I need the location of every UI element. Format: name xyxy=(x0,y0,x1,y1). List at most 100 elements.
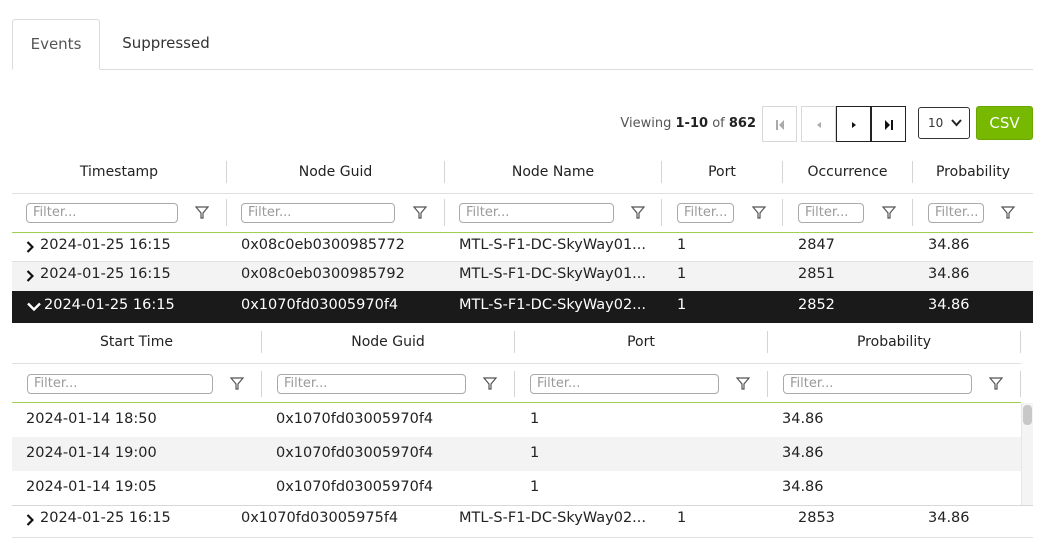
table-row[interactable]: 2024-01-25 16:15 0x1070fd03005975f4 MTL-… xyxy=(12,506,1033,537)
filter-icon[interactable] xyxy=(413,206,427,219)
cell-probability: 34.86 xyxy=(928,297,970,313)
next-page-icon xyxy=(852,122,856,128)
page-size-select[interactable]: 10 xyxy=(918,107,970,139)
subheader-node-guid[interactable]: Node Guid xyxy=(262,334,514,350)
filter-icon[interactable] xyxy=(736,377,750,390)
last-page-icon xyxy=(885,120,893,130)
sub-cell-node-guid: 0x1070fd03005970f4 xyxy=(276,479,434,495)
subtable-row[interactable]: 2024-01-14 18:50 0x1070fd03005970f4 1 34… xyxy=(12,403,1021,437)
cell-node-name: MTL-S-F1-DC-SkyWay01... xyxy=(459,266,646,282)
table-row[interactable]: 2024-01-25 16:15 0x08c0eb0300985772 MTL-… xyxy=(12,233,1033,261)
cell-port: 1 xyxy=(677,237,687,253)
cell-probability: 34.86 xyxy=(928,237,970,253)
subheader-port[interactable]: Port xyxy=(515,334,767,350)
next-page-button[interactable] xyxy=(836,106,871,142)
filter-icon[interactable] xyxy=(1001,206,1015,219)
cell-node-name: MTL-S-F1-DC-SkyWay01... xyxy=(459,237,646,253)
subfilter-port-input[interactable]: Filter... xyxy=(530,374,719,394)
first-page-icon xyxy=(776,120,784,130)
sub-cell-start-time: 2024-01-14 18:50 xyxy=(26,411,157,427)
filter-port-input[interactable]: Filter... xyxy=(677,203,734,223)
cell-node-name: MTL-S-F1-DC-SkyWay02... xyxy=(459,297,646,313)
row-divider xyxy=(12,537,1033,538)
sub-cell-port: 1 xyxy=(530,445,540,461)
sub-cell-probability: 34.86 xyxy=(782,479,824,495)
header-node-name[interactable]: Node Name xyxy=(445,164,661,180)
column-separator xyxy=(661,199,662,226)
viewing-prefix: Viewing xyxy=(620,116,676,131)
subfilter-node-guid-input[interactable]: Filter... xyxy=(277,374,466,394)
sub-cell-node-guid: 0x1070fd03005970f4 xyxy=(276,445,434,461)
column-separator xyxy=(767,371,768,397)
subtable-row[interactable]: 2024-01-14 19:00 0x1070fd03005970f4 1 34… xyxy=(12,437,1021,471)
header-port[interactable]: Port xyxy=(662,164,782,180)
column-separator xyxy=(444,199,445,226)
chevron-down-icon xyxy=(951,119,962,127)
scrollbar-thumb[interactable] xyxy=(1023,405,1032,425)
header-occurrence[interactable]: Occurrence xyxy=(783,164,912,180)
column-separator xyxy=(226,199,227,226)
filter-probability-input[interactable]: Filter... xyxy=(928,203,984,223)
viewing-summary: Viewing 1-10 of 862 xyxy=(560,106,756,141)
table-row[interactable]: 2024-01-25 16:15 0x08c0eb0300985792 MTL-… xyxy=(12,262,1033,291)
viewing-of: of xyxy=(708,116,729,131)
cell-timestamp: 2024-01-25 16:15 xyxy=(40,510,171,526)
cell-node-guid: 0x1070fd03005975f4 xyxy=(241,510,399,526)
filter-icon[interactable] xyxy=(752,206,766,219)
filter-icon[interactable] xyxy=(882,206,896,219)
cell-occurrence: 2852 xyxy=(798,297,835,313)
subfilter-start-time-input[interactable]: Filter... xyxy=(27,374,213,394)
filter-node-name-input[interactable]: Filter... xyxy=(459,203,614,223)
cell-timestamp: 2024-01-25 16:15 xyxy=(40,237,171,253)
first-page-button[interactable] xyxy=(762,106,797,142)
prev-page-button[interactable] xyxy=(801,106,836,142)
cell-node-guid: 0x1070fd03005970f4 xyxy=(241,297,399,313)
cell-occurrence: 2847 xyxy=(798,237,835,253)
subheader-probability[interactable]: Probability xyxy=(768,334,1020,350)
tab-suppressed[interactable]: Suppressed xyxy=(106,19,226,70)
cell-probability: 34.86 xyxy=(928,266,970,282)
subtable-row[interactable]: 2024-01-14 19:05 0x1070fd03005970f4 1 34… xyxy=(12,471,1021,506)
subheader-start-time[interactable]: Start Time xyxy=(12,334,261,350)
sub-cell-port: 1 xyxy=(530,479,540,495)
filter-icon[interactable] xyxy=(195,206,209,219)
column-separator xyxy=(1020,331,1021,353)
sub-cell-start-time: 2024-01-14 19:05 xyxy=(26,479,157,495)
header-probability[interactable]: Probability xyxy=(913,164,1033,180)
sub-cell-probability: 34.86 xyxy=(782,411,824,427)
column-separator xyxy=(514,371,515,397)
tab-events[interactable]: Events xyxy=(12,19,100,70)
last-page-button[interactable] xyxy=(871,106,906,142)
filter-icon[interactable] xyxy=(989,377,1003,390)
cell-probability: 34.86 xyxy=(928,510,970,526)
cell-occurrence: 2853 xyxy=(798,510,835,526)
csv-export-button[interactable]: CSV xyxy=(976,106,1033,140)
chevron-right-icon[interactable] xyxy=(26,241,34,253)
subfilter-probability-input[interactable]: Filter... xyxy=(783,374,972,394)
filter-occurrence-input[interactable]: Filter... xyxy=(798,203,864,223)
sub-cell-node-guid: 0x1070fd03005970f4 xyxy=(276,411,434,427)
cell-timestamp: 2024-01-25 16:15 xyxy=(44,297,175,313)
header-timestamp[interactable]: Timestamp xyxy=(12,164,226,180)
tab-bar: Events Suppressed xyxy=(12,19,1033,70)
column-separator xyxy=(912,199,913,226)
filter-node-guid-input[interactable]: Filter... xyxy=(241,203,395,223)
chevron-down-icon[interactable] xyxy=(27,302,41,311)
subtable-scrollbar[interactable] xyxy=(1021,403,1033,506)
sub-cell-probability: 34.86 xyxy=(782,445,824,461)
page-size-value: 10 xyxy=(928,116,944,130)
cell-port: 1 xyxy=(677,510,687,526)
column-separator xyxy=(261,371,262,397)
filter-icon[interactable] xyxy=(230,377,244,390)
cell-node-guid: 0x08c0eb0300985772 xyxy=(241,237,405,253)
table-row-selected[interactable]: 2024-01-25 16:15 0x1070fd03005970f4 MTL-… xyxy=(12,291,1033,323)
chevron-right-icon[interactable] xyxy=(26,270,34,282)
filter-timestamp-input[interactable]: Filter... xyxy=(26,203,178,223)
cell-node-guid: 0x08c0eb0300985792 xyxy=(241,266,405,282)
viewing-range: 1-10 xyxy=(675,116,709,131)
header-node-guid[interactable]: Node Guid xyxy=(227,164,444,180)
filter-icon[interactable] xyxy=(631,206,645,219)
filter-icon[interactable] xyxy=(483,377,497,390)
chevron-right-icon[interactable] xyxy=(26,514,34,526)
prev-page-icon xyxy=(817,122,821,128)
